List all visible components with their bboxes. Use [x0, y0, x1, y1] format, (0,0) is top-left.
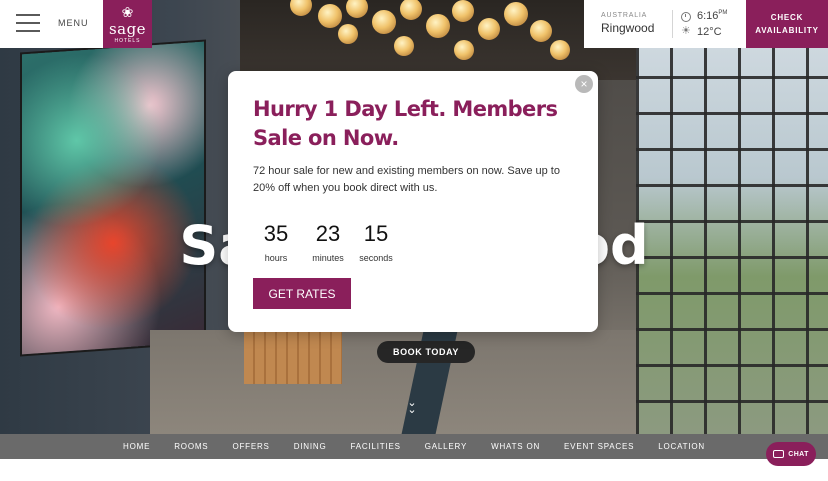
local-time: 6:16PM	[697, 10, 727, 22]
countdown-value: 15	[363, 221, 389, 246]
promo-modal: × Hurry 1 Day Left. Members Sale on Now.…	[228, 71, 598, 332]
countdown-label: seconds	[359, 253, 393, 263]
countdown-hours: 35 hours	[253, 221, 299, 263]
nav-item-facilities[interactable]: FACILITIES	[351, 442, 401, 451]
nav-item-dining[interactable]: DINING	[294, 442, 327, 451]
countdown-label: hours	[264, 253, 288, 263]
countdown-minutes: 23 minutes	[305, 221, 351, 263]
check-availability-button[interactable]: CHECK AVAILABILITY	[746, 0, 828, 48]
book-today-button[interactable]: BOOK TODAY	[377, 341, 475, 363]
countdown-label: minutes	[312, 253, 344, 263]
site-header: MENU ❀ sage HOTELS AUSTRALIA Ringwood 6:…	[0, 0, 828, 48]
chat-button[interactable]: CHAT	[766, 442, 816, 466]
logo-word: sage	[108, 20, 147, 38]
time-ampm: PM	[718, 10, 728, 16]
countdown-seconds: 15 seconds	[353, 221, 399, 263]
logo-mark-icon: ❀	[121, 4, 134, 20]
nav-item-location[interactable]: LOCATION	[658, 442, 705, 451]
nav-item-whats-on[interactable]: WHATS ON	[491, 442, 540, 451]
main-nav: HOME ROOMS OFFERS DINING FACILITIES GALL…	[0, 434, 828, 459]
countdown-value: 35	[263, 221, 289, 246]
nav-item-rooms[interactable]: ROOMS	[174, 442, 208, 451]
countdown-timer: 35 hours 23 minutes 15 seconds	[253, 221, 413, 271]
divider	[672, 10, 673, 38]
close-icon[interactable]: ×	[575, 75, 593, 93]
chat-icon	[773, 450, 785, 458]
menu-label[interactable]: MENU	[58, 18, 89, 28]
time-value: 6:16	[697, 10, 719, 22]
temperature: 12°C	[697, 26, 722, 38]
nav-item-offers[interactable]: OFFERS	[232, 442, 269, 451]
clock-icon	[681, 12, 691, 22]
nav-item-home[interactable]: HOME	[123, 442, 150, 451]
logo[interactable]: ❀ sage HOTELS	[103, 0, 152, 48]
location-country: AUSTRALIA	[601, 12, 648, 19]
countdown-value: 23	[315, 221, 341, 246]
sun-icon: ☀	[681, 25, 691, 37]
wood-panel	[244, 326, 342, 384]
hamburger-icon[interactable]	[16, 14, 40, 32]
menu-button[interactable]: MENU	[0, 0, 103, 48]
modal-body-text: 72 hour sale for new and existing member…	[253, 165, 560, 194]
nav-item-event-spaces[interactable]: EVENT SPACES	[564, 442, 634, 451]
location-city: Ringwood	[601, 21, 655, 35]
modal-title: Hurry 1 Day Left. Members Sale on Now.	[253, 97, 558, 150]
wall-painting	[22, 41, 204, 355]
get-rates-button[interactable]: GET RATES	[253, 278, 351, 309]
location-info: AUSTRALIA Ringwood 6:16PM ☀ 12°C	[584, 0, 746, 48]
chat-label: CHAT	[788, 450, 809, 458]
logo-sub: HOTELS	[114, 38, 141, 44]
nav-item-gallery[interactable]: GALLERY	[425, 442, 467, 451]
chevron-down-icon[interactable]: ⌄ ⌄	[404, 398, 420, 416]
